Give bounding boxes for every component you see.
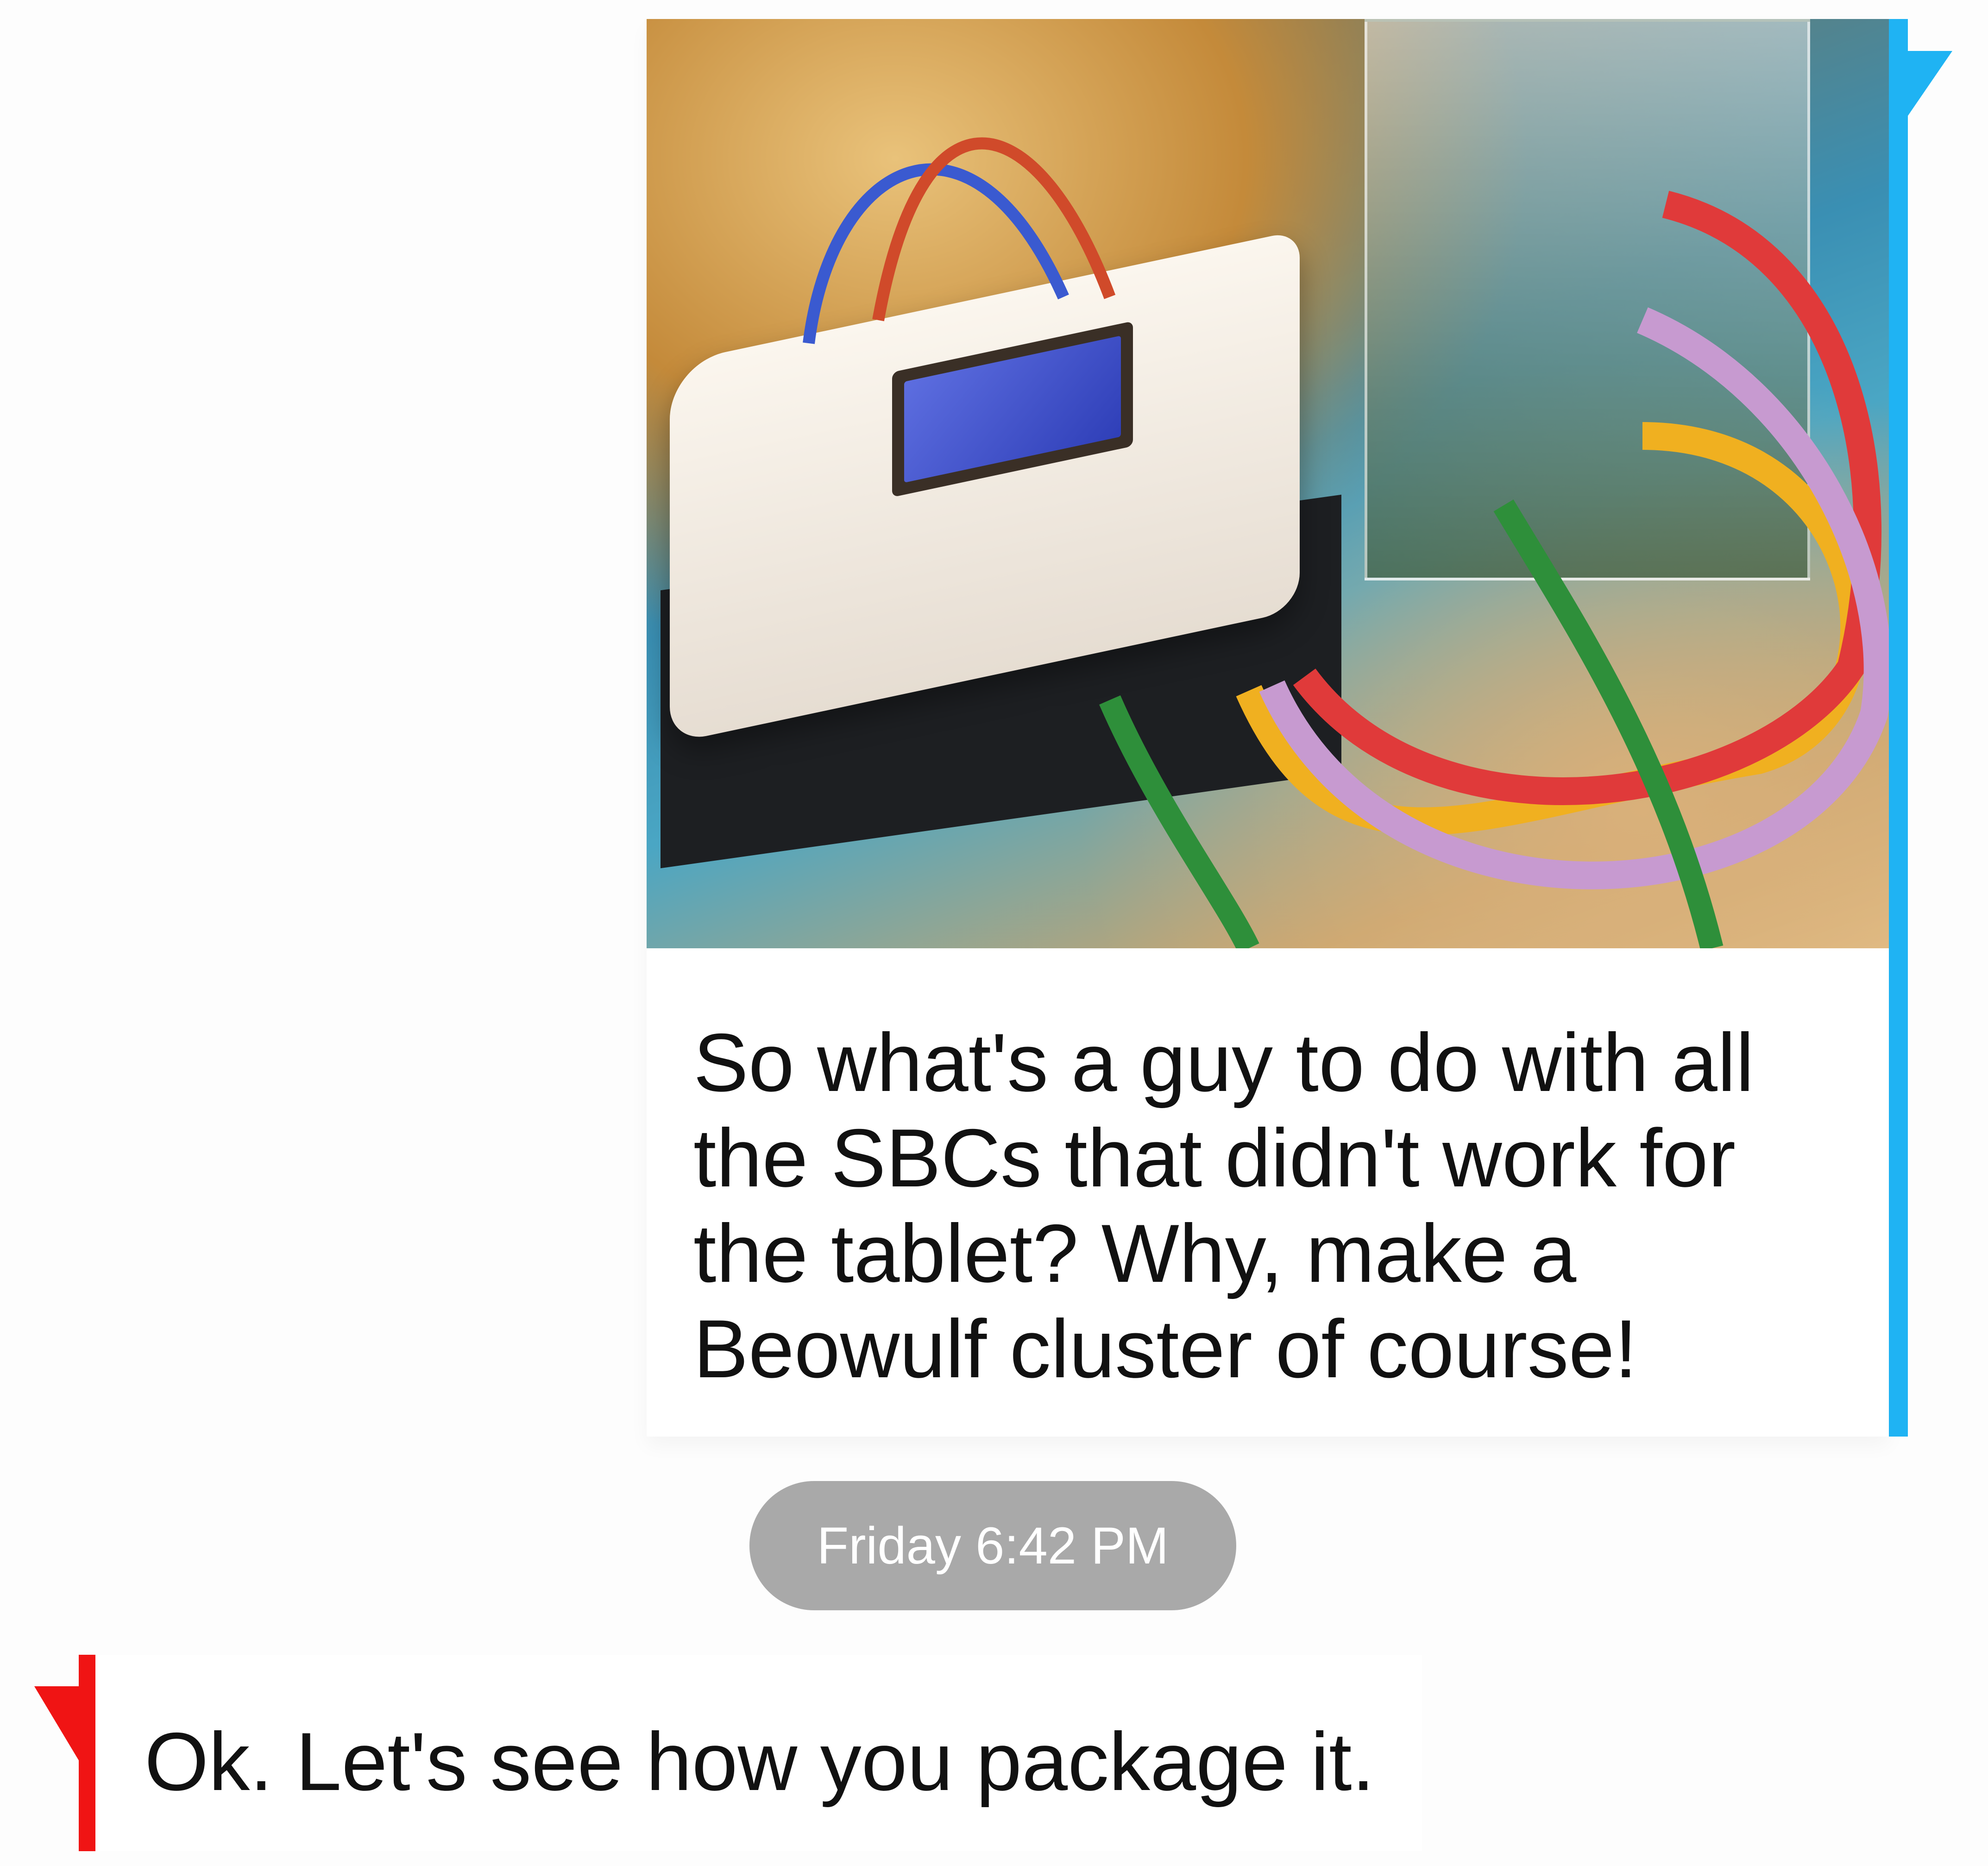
incoming-message-text: So what's a guy to do with all the SBCs … xyxy=(693,1016,1754,1395)
ethernet-cables xyxy=(803,137,1889,948)
incoming-bubble-tail-icon xyxy=(1908,51,1952,116)
incoming-accent-bar xyxy=(1889,19,1908,1437)
outgoing-bubble-tail-icon xyxy=(34,1686,79,1760)
outgoing-accent-bar xyxy=(79,1655,95,1851)
outgoing-message-text: Ok. Let's see how you package it. xyxy=(145,1715,1375,1808)
message-photo[interactable] xyxy=(647,19,1889,948)
incoming-message-bubble[interactable]: So what's a guy to do with all the SBCs … xyxy=(647,19,1889,1437)
timestamp-pill: Friday 6:42 PM xyxy=(749,1481,1236,1610)
timestamp-text: Friday 6:42 PM xyxy=(817,1517,1169,1575)
